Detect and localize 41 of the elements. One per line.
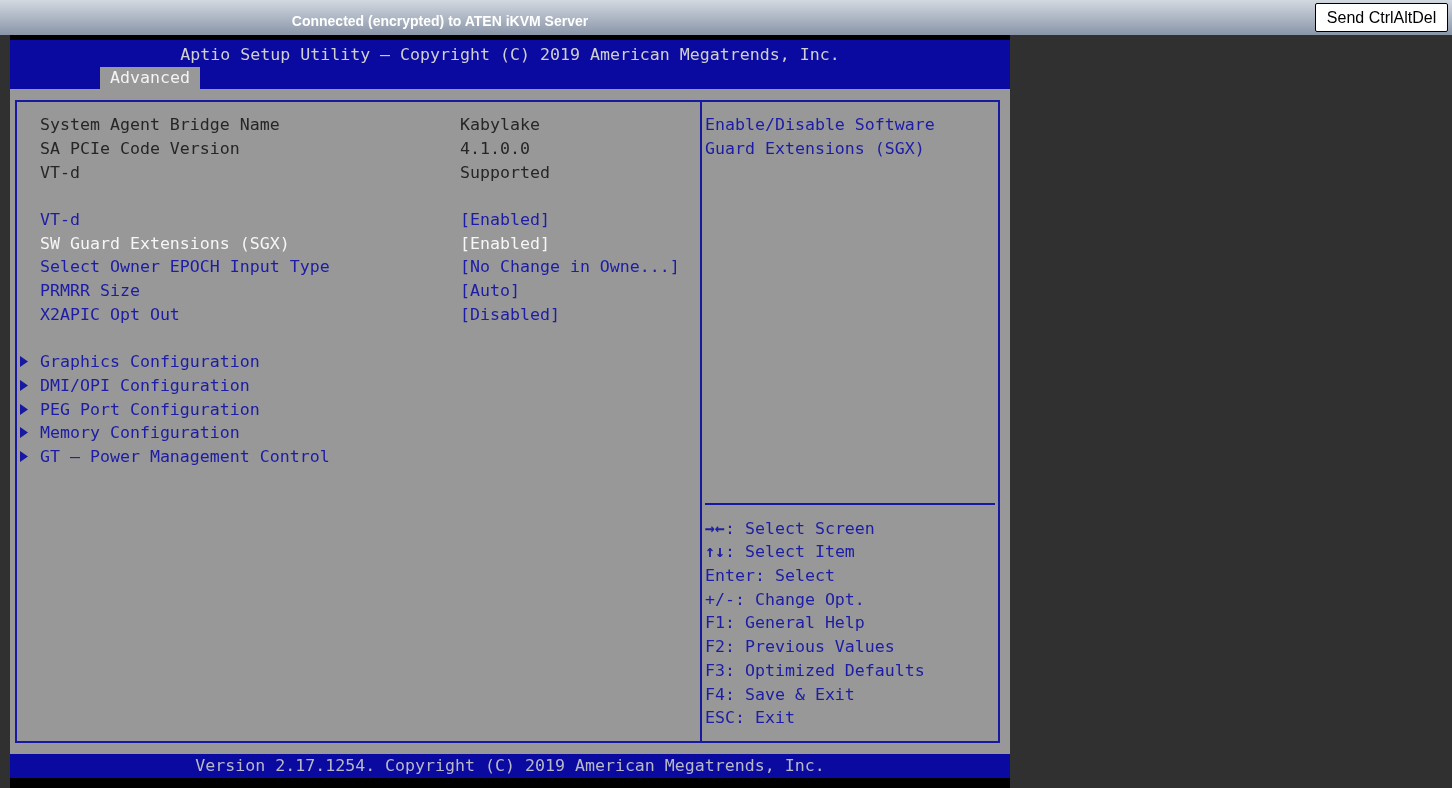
info-label: SA PCIe Code Version: [40, 139, 241, 159]
key-hint: F1: General Help: [705, 612, 866, 635]
submenu-item[interactable]: GT – Power Management Control: [40, 446, 330, 466]
triangle-icon: [20, 379, 28, 391]
menu-tab[interactable]: Advanced: [100, 67, 200, 89]
triangle-icon: [20, 356, 28, 368]
submenu-item[interactable]: Memory Configuration: [40, 423, 240, 443]
info-value: 4.1.0.0: [460, 139, 530, 159]
key-hint: Enter: Select: [705, 565, 836, 588]
setting-value[interactable]: [No Change in Owne...]: [460, 257, 680, 277]
submenu-item[interactable]: DMI/OPI Configuration: [40, 375, 250, 395]
session-title: Connected (encrypted) to ATEN iKVM Server: [290, 11, 590, 29]
setting-label[interactable]: Select Owner EPOCH Input Type: [40, 257, 460, 277]
key-hint: F4: Save & Exit: [705, 683, 856, 706]
submenu-item[interactable]: Graphics Configuration: [40, 352, 260, 372]
setting-label[interactable]: X2APIC Opt Out: [40, 304, 460, 324]
triangle-icon: [20, 403, 28, 415]
key-hint: F3: Optimized Defaults: [705, 659, 926, 682]
setting-label[interactable]: VT-d: [40, 210, 460, 230]
info-label: VT-d: [40, 162, 81, 182]
setting-label[interactable]: SW Guard Extensions (SGX): [40, 233, 460, 253]
setting-value[interactable]: [Enabled]: [460, 233, 550, 253]
bios-title: Aptio Setup Utility – Copyright (C) 2019 American Megatrends, Inc.: [179, 44, 841, 66]
info-value: Supported: [460, 162, 550, 182]
triangle-icon: [20, 427, 28, 439]
setting-value[interactable]: [Auto]: [460, 281, 520, 301]
key-hint: ↑↓: Select Item: [705, 541, 856, 564]
setting-value[interactable]: [Disabled]: [460, 304, 560, 324]
setting-label[interactable]: PRMRR Size: [40, 281, 460, 301]
key-hint: F2: Previous Values: [705, 636, 896, 659]
key-hint: →←: Select Screen: [705, 517, 876, 540]
triangle-icon: [20, 450, 28, 462]
info-label: System Agent Bridge Name: [40, 115, 281, 135]
key-hint: +/-: Change Opt.: [705, 588, 866, 611]
send-ctrl-alt-del-button[interactable]: Send CtrlAltDel: [1315, 3, 1448, 32]
setting-value[interactable]: [Enabled]: [460, 210, 550, 230]
key-hint: ESC: Exit: [705, 707, 796, 730]
submenu-item[interactable]: PEG Port Configuration: [40, 399, 260, 419]
footer-text: Version 2.17.1254. Copyright (C) 2019 American Megatrends, Inc.: [195, 755, 825, 777]
info-value: Kabylake: [460, 115, 540, 135]
help-text: Enable/Disable Software Guard Extensions (SGX): [705, 114, 936, 160]
